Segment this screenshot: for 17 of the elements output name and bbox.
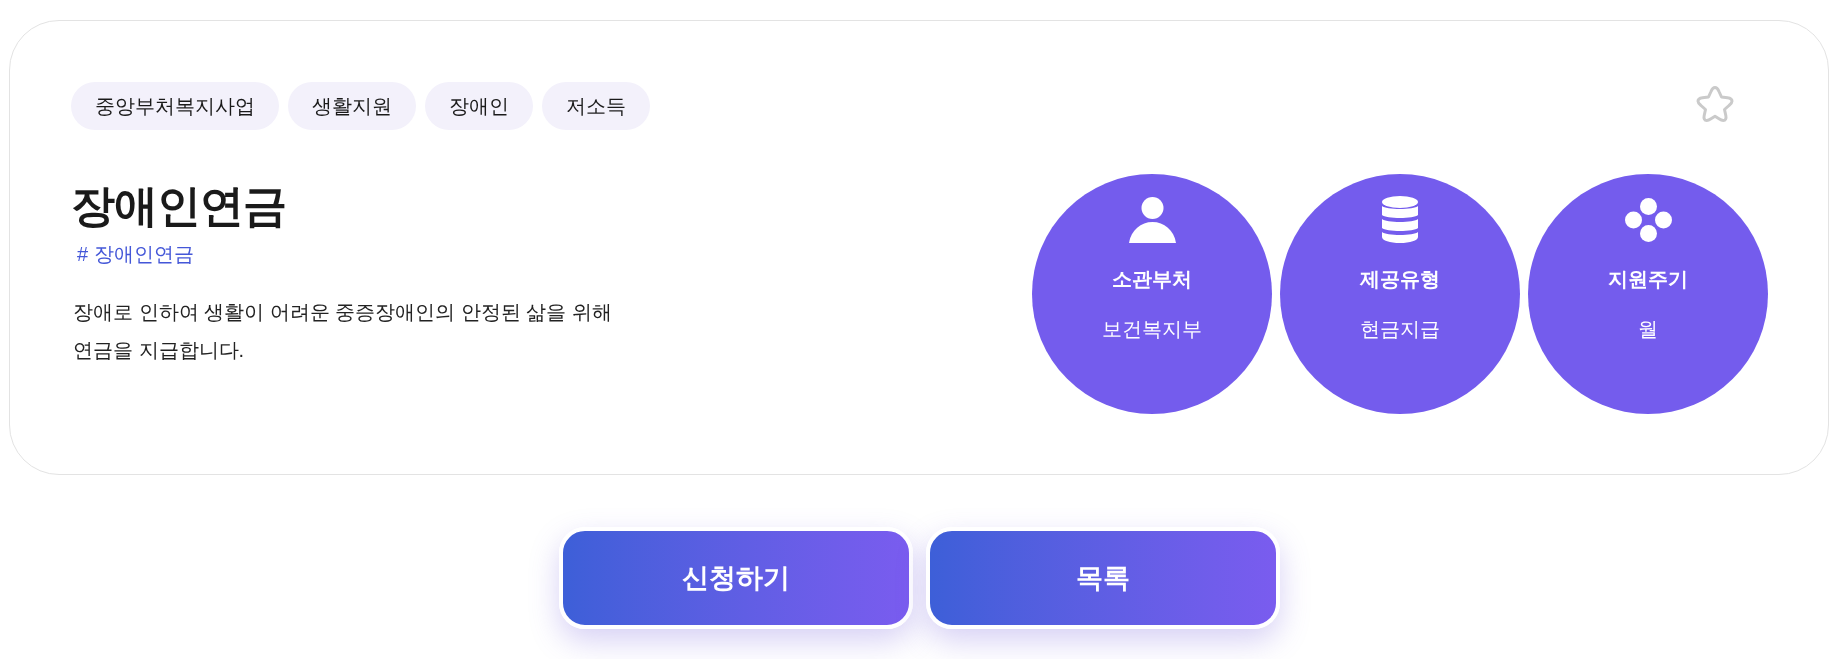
person-icon <box>1128 196 1176 243</box>
tag-chip: 중앙부처복지사업 <box>71 82 279 130</box>
info-value: 현금지급 <box>1360 317 1440 342</box>
tag-chip: 저소득 <box>542 82 650 130</box>
tag-chip: 장애인 <box>425 82 533 130</box>
info-label: 제공유형 <box>1360 267 1440 292</box>
four-dots-icon <box>1624 197 1672 242</box>
database-icon <box>1382 196 1418 243</box>
description-text: 장애로 인하여 생활이 어려운 중증장애인의 안정된 삶을 위해 연금을 지급합니다. <box>73 300 613 363</box>
info-value: 월 <box>1638 317 1658 342</box>
info-value: 보건복지부 <box>1102 317 1202 342</box>
info-label: 소관부처 <box>1112 267 1192 292</box>
info-label: 지원주기 <box>1608 267 1688 292</box>
star-icon[interactable] <box>1696 85 1734 123</box>
tag-chip: 생활지원 <box>288 82 416 130</box>
page-title: 장애인연금 <box>71 180 286 232</box>
hashtag-text: # 장애인연금 <box>77 242 194 267</box>
